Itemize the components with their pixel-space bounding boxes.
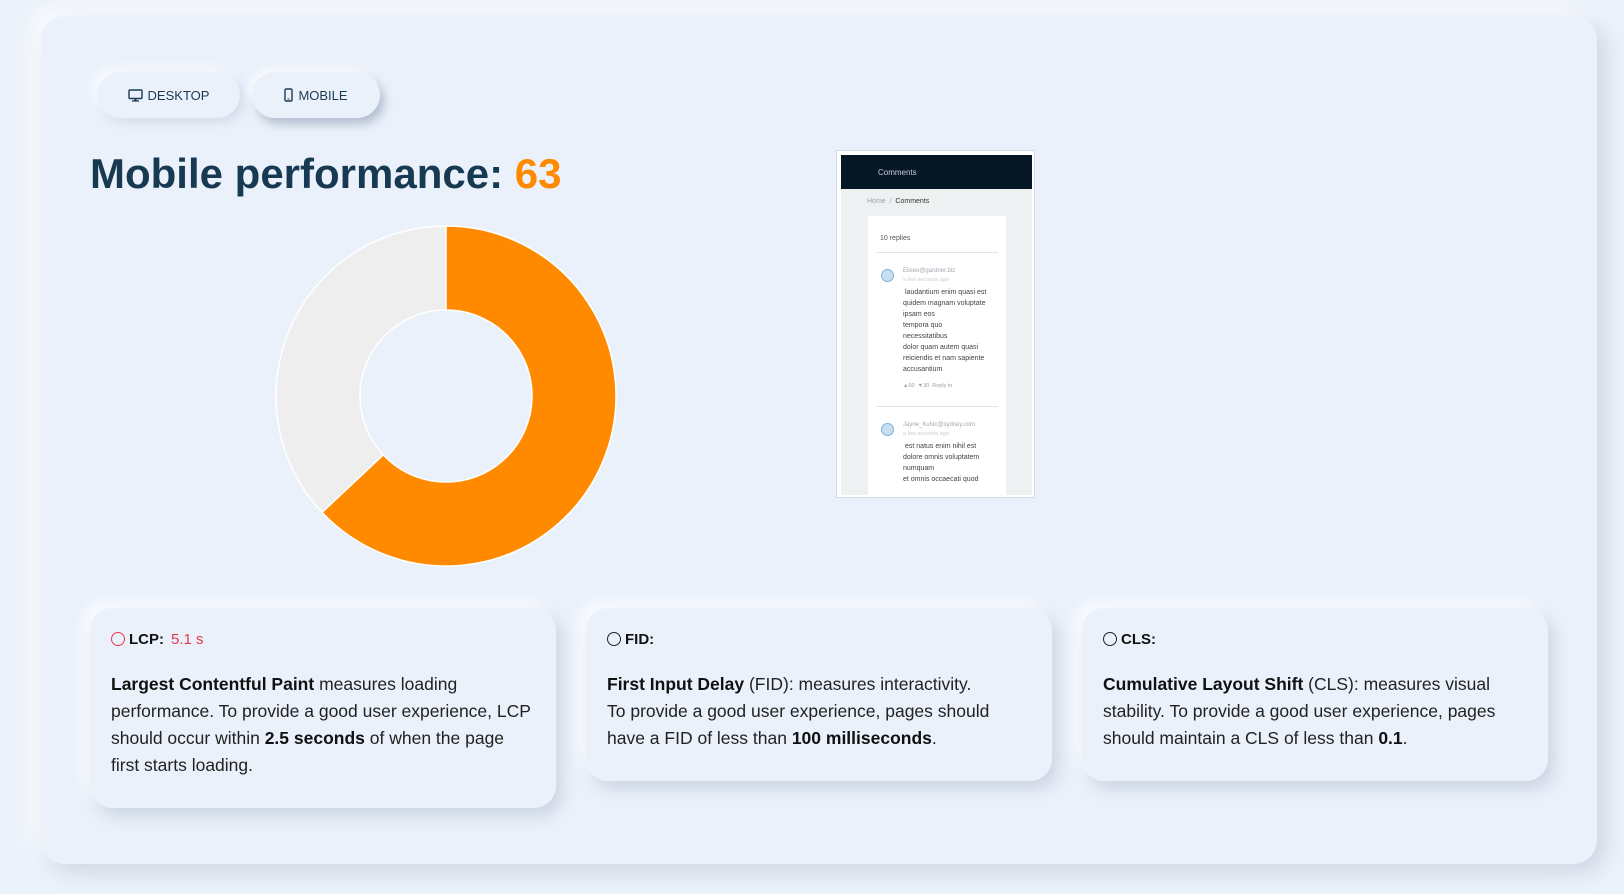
monitor-icon: [127, 88, 143, 102]
fid-term: First Input Delay: [607, 674, 745, 694]
thumb-avatar: [881, 423, 894, 436]
thumb-comment-line: accusantium: [903, 366, 943, 373]
thumb-comment-line: dolor quam autem quasi: [903, 344, 979, 351]
fid-header: FID:: [607, 630, 1031, 648]
thumb-reply-link: Reply to: [932, 383, 953, 389]
thumb-avatar: [881, 269, 894, 282]
page-screenshot-thumbnail: Comments Home / Comments 10 replies Elis…: [836, 150, 1035, 498]
cls-label: CLS:: [1121, 630, 1156, 648]
status-circle-icon: [111, 632, 125, 646]
fid-text: (FID): measures interactivity.: [744, 674, 972, 694]
lcp-threshold: 2.5 seconds: [264, 728, 365, 748]
donut-track: [275, 225, 447, 514]
fid-text-end: .: [931, 728, 937, 748]
thumb-comment-email: Eliseo@gardner.biz: [903, 268, 956, 274]
cls-text-end: .: [1402, 728, 1408, 748]
thumb-comments-card: 10 replies Eliseo@gardner.biz a few seco…: [868, 216, 1006, 496]
score-donut-chart: [275, 225, 617, 567]
tab-desktop[interactable]: DESKTOP: [97, 72, 240, 118]
thumb-replies-count: 10 replies: [880, 235, 911, 242]
thumb-comment-time: a few seconds ago: [903, 431, 949, 437]
thumb-header: Comments: [841, 155, 1032, 189]
page-title: Mobile performance: 63: [90, 150, 561, 198]
cls-threshold: 0.1: [1378, 728, 1403, 748]
lcp-description: Largest Contentful Paint measures loadin…: [111, 671, 535, 779]
thumb-comment-line: dolore omnis voluptatem: [903, 454, 980, 461]
lcp-value: 5.1 s: [171, 630, 204, 648]
thumb-dislikes: 30: [923, 383, 930, 389]
status-circle-icon: [1103, 632, 1117, 646]
thumb-comment-line: quidem magnam voluptate: [903, 300, 986, 307]
tab-desktop-label: DESKTOP: [147, 87, 210, 103]
performance-score: 63: [514, 150, 562, 197]
thumb-comment-line: reiciendis et nam sapiente: [903, 355, 985, 362]
lcp-header: LCP: 5.1 s: [111, 630, 535, 648]
thumb-header-title: Comments: [878, 167, 917, 177]
thumb-comment-line: necessitatibus: [903, 333, 948, 340]
thumb-crumb-home: Home: [867, 198, 886, 205]
thumb-likes: 60: [908, 383, 915, 389]
metric-card-fid: FID: First Input Delay (FID): measures i…: [586, 608, 1052, 781]
metric-card-lcp: LCP: 5.1 s Largest Contentful Paint meas…: [90, 608, 556, 808]
thumb-breadcrumb: Home / Comments: [867, 198, 929, 205]
thumb-comment-line: ipsam eos: [903, 311, 935, 318]
thumb-comment-line: numquam: [903, 465, 935, 472]
smartphone-icon: [284, 88, 294, 102]
title-prefix: Mobile performance:: [90, 150, 504, 197]
thumb-crumb-sep: /: [889, 198, 892, 205]
thumb-divider: [876, 406, 998, 407]
fid-threshold: 100 milliseconds: [791, 728, 932, 748]
thumb-divider: [876, 252, 998, 253]
metric-card-cls: CLS: Cumulative Layout Shift (CLS): meas…: [1082, 608, 1548, 781]
thumb-comment-line: tempora quo: [903, 322, 943, 329]
thumb-comment-line: est natus enim nihil est: [905, 443, 977, 450]
cls-term: Cumulative Layout Shift: [1103, 674, 1304, 694]
thumb-comment-actions: ▲60 ▼30 Reply to: [903, 383, 952, 389]
tab-mobile-label: MOBILE: [298, 87, 348, 103]
cls-description: Cumulative Layout Shift (CLS): measures …: [1103, 671, 1527, 752]
thumb-comment-time: a few seconds ago: [903, 277, 949, 283]
thumb-comment-line: laudantium enim quasi est: [905, 289, 987, 296]
thumb-crumb-current: Comments: [895, 198, 930, 205]
thumb-comment-line: et omnis occaecati quod: [903, 476, 979, 483]
fid-label: FID:: [625, 630, 655, 648]
cls-header: CLS:: [1103, 630, 1527, 648]
fid-description: First Input Delay (FID): measures intera…: [607, 671, 1031, 752]
status-circle-icon: [607, 632, 621, 646]
thumb-comment-email: Jayne_Kuhic@sydney.com: [903, 422, 976, 428]
device-tabs: DESKTOP MOBILE: [97, 72, 380, 118]
lcp-term: Largest Contentful Paint: [111, 674, 315, 694]
tab-mobile[interactable]: MOBILE: [252, 72, 380, 118]
lcp-label: LCP:: [129, 630, 164, 648]
